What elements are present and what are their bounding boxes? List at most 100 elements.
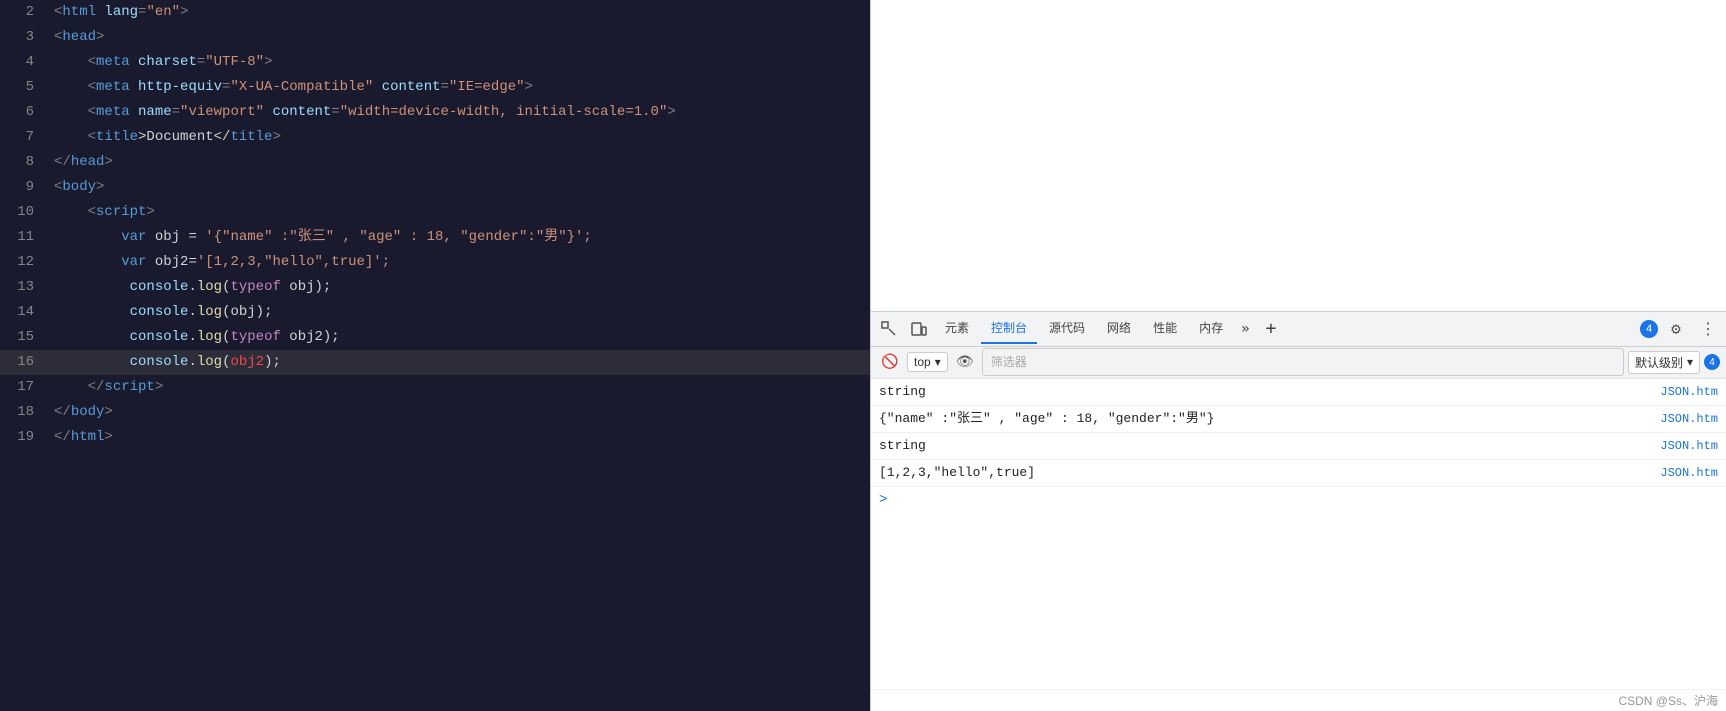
- line-content: <head>: [50, 25, 870, 50]
- code-line-9: 9<body>: [0, 175, 870, 200]
- line-content: </head>: [50, 150, 870, 175]
- code-line-8: 8</head>: [0, 150, 870, 175]
- top-label: top: [914, 355, 931, 369]
- line-number: 17: [0, 375, 50, 400]
- clear-console-icon[interactable]: 🚫: [877, 349, 903, 375]
- devtools-right-icons: 4 ⚙ ⋮: [1640, 315, 1722, 343]
- token: http-equiv: [138, 79, 222, 95]
- token: );: [264, 354, 281, 370]
- token: log: [197, 354, 222, 370]
- token: >: [96, 179, 104, 195]
- token: >: [104, 429, 112, 445]
- token: obj2: [230, 354, 264, 370]
- token: >: [104, 154, 112, 170]
- token: =: [441, 79, 449, 95]
- tab-console[interactable]: 控制台: [981, 313, 1037, 344]
- tab-sources[interactable]: 源代码: [1039, 313, 1095, 344]
- line-content: <title>Document</title>: [50, 125, 870, 150]
- watermark: CSDN @Ss、沪海: [871, 689, 1726, 711]
- line-content: console.log(obj);: [50, 300, 870, 325]
- more-tabs-icon[interactable]: »: [1235, 317, 1255, 341]
- tab-performance[interactable]: 性能: [1143, 313, 1187, 344]
- devtools-panel: 元素 控制台 源代码 网络 性能 内存 » + 4 ⚙ ⋮ 🚫 top ▾ 👁 …: [870, 0, 1726, 711]
- console-text: {"name" :"张三" , "age" : 18, "gender":"男"…: [879, 409, 1652, 429]
- token: <: [54, 54, 96, 70]
- token: script: [96, 204, 146, 220]
- tab-elements[interactable]: 元素: [935, 313, 979, 344]
- add-tab-icon[interactable]: +: [1258, 314, 1285, 343]
- code-area: 2<html lang="en">3<head>4 <meta charset=…: [0, 0, 870, 711]
- token: obj2);: [281, 329, 340, 345]
- eye-icon[interactable]: 👁: [952, 349, 978, 375]
- token: "name": [222, 229, 272, 245]
- level-badge: 4: [1704, 354, 1720, 370]
- token: html: [62, 4, 96, 20]
- console-link[interactable]: JSON.htm: [1652, 409, 1718, 429]
- console-prompt-row[interactable]: >: [871, 487, 1726, 513]
- token: log: [197, 304, 222, 320]
- console-row: string JSON.htm: [871, 379, 1726, 406]
- filter-input[interactable]: 筛选器: [982, 348, 1624, 376]
- settings-icon[interactable]: ⚙: [1662, 315, 1690, 343]
- token: obj);: [281, 279, 331, 295]
- token: meta: [96, 54, 130, 70]
- console-link[interactable]: JSON.htm: [1652, 436, 1718, 456]
- token: head: [62, 29, 96, 45]
- line-number: 16: [0, 350, 50, 375]
- token: obj =: [146, 229, 205, 245]
- token: console: [130, 354, 189, 370]
- device-toolbar-icon[interactable]: [905, 315, 933, 343]
- line-content: </html>: [50, 425, 870, 450]
- token: [130, 54, 138, 70]
- token: var: [121, 229, 146, 245]
- code-editor: 2<html lang="en">3<head>4 <meta charset=…: [0, 0, 870, 711]
- line-content: var obj = '{"name" :"张三" , "age" : 18, "…: [50, 225, 870, 250]
- line-content: <meta http-equiv="X-UA-Compatible" conte…: [50, 75, 870, 100]
- token: [54, 279, 130, 295]
- line-content: <html lang="en">: [50, 0, 870, 25]
- token: >: [264, 54, 272, 70]
- token: {: [214, 229, 222, 245]
- console-row: string JSON.htm: [871, 433, 1726, 460]
- context-dropdown-icon: ▾: [935, 355, 941, 369]
- token: :: [527, 229, 535, 245]
- token: >: [146, 204, 154, 220]
- browser-viewport: [871, 0, 1726, 311]
- token: body: [71, 404, 105, 420]
- console-text: string: [879, 382, 1652, 402]
- code-line-16: 16 console.log(obj2);: [0, 350, 870, 375]
- token: name: [138, 104, 172, 120]
- token: "en": [146, 4, 180, 20]
- token: log: [197, 279, 222, 295]
- token: [130, 104, 138, 120]
- console-link[interactable]: JSON.htm: [1652, 382, 1718, 402]
- token: </: [54, 429, 71, 445]
- code-line-7: 7 <title>Document</title>: [0, 125, 870, 150]
- token: =: [197, 54, 205, 70]
- token: [54, 304, 130, 320]
- customize-icon[interactable]: ⋮: [1694, 315, 1722, 343]
- token: </: [54, 154, 71, 170]
- tab-memory[interactable]: 内存: [1189, 313, 1233, 344]
- token: "X-UA-Compatible": [230, 79, 373, 95]
- log-level-selector[interactable]: 默认级别 ▾: [1628, 351, 1700, 374]
- token: >: [104, 404, 112, 420]
- token: "viewport": [180, 104, 264, 120]
- token: .: [188, 329, 196, 345]
- console-toolbar: 🚫 top ▾ 👁 筛选器 默认级别 ▾ 4: [871, 347, 1726, 379]
- code-line-13: 13 console.log(typeof obj);: [0, 275, 870, 300]
- line-number: 5: [0, 75, 50, 100]
- token: meta: [96, 79, 130, 95]
- token: "张三": [289, 229, 334, 245]
- inspect-icon[interactable]: [875, 315, 903, 343]
- code-line-17: 17 </script>: [0, 375, 870, 400]
- code-line-3: 3<head>: [0, 25, 870, 50]
- code-line-11: 11 var obj = '{"name" :"张三" , "age" : 18…: [0, 225, 870, 250]
- context-selector[interactable]: top ▾: [907, 352, 948, 372]
- line-content: var obj2='[1,2,3,"hello",true]';: [50, 250, 870, 275]
- tab-network[interactable]: 网络: [1097, 313, 1141, 344]
- code-line-6: 6 <meta name="viewport" content="width=d…: [0, 100, 870, 125]
- token: typeof: [230, 329, 280, 345]
- console-link[interactable]: JSON.htm: [1652, 463, 1718, 483]
- line-number: 11: [0, 225, 50, 250]
